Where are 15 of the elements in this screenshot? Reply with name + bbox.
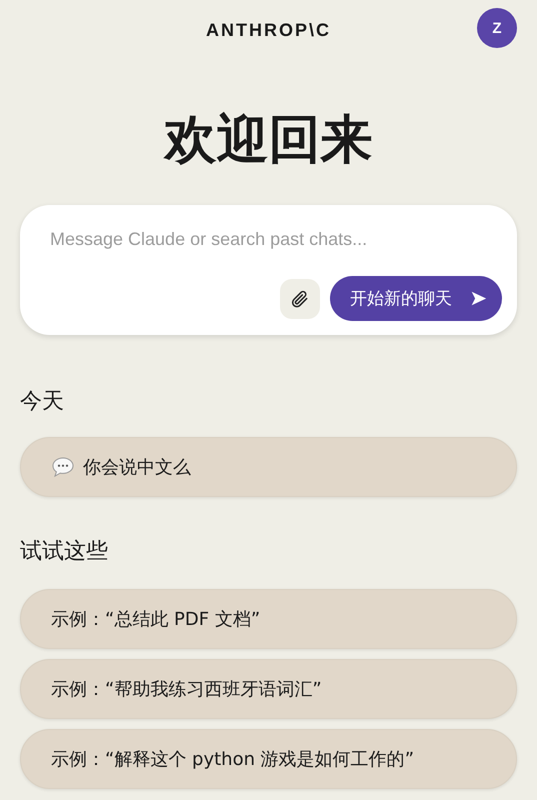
new-chat-button[interactable]: 开始新的聊天 xyxy=(330,276,502,321)
speech-bubble-icon xyxy=(51,455,75,479)
send-icon xyxy=(470,290,487,307)
suggestion-item[interactable]: 示例：“帮助我练习西班牙语词汇” xyxy=(20,659,517,719)
attach-button[interactable] xyxy=(280,278,320,318)
message-field[interactable]: Message Claude or search past chats... xyxy=(50,225,502,254)
suggestion-item[interactable]: 示例：“解释这个 python 游戏是如何工作的” xyxy=(20,729,517,789)
avatar-button[interactable]: Z xyxy=(477,8,517,48)
welcome-title: 欢迎回来 xyxy=(162,109,374,172)
section-heading: 试试这些 xyxy=(20,538,109,566)
logo: ANTHROP\C xyxy=(206,20,331,40)
suggestion-item[interactable]: 示例：“总结此 PDF 文档” xyxy=(20,589,517,649)
paperclip-icon xyxy=(290,288,310,308)
section-heading: 今天 xyxy=(20,388,65,416)
chat-item[interactable]: 你会说中文么 xyxy=(20,437,517,497)
